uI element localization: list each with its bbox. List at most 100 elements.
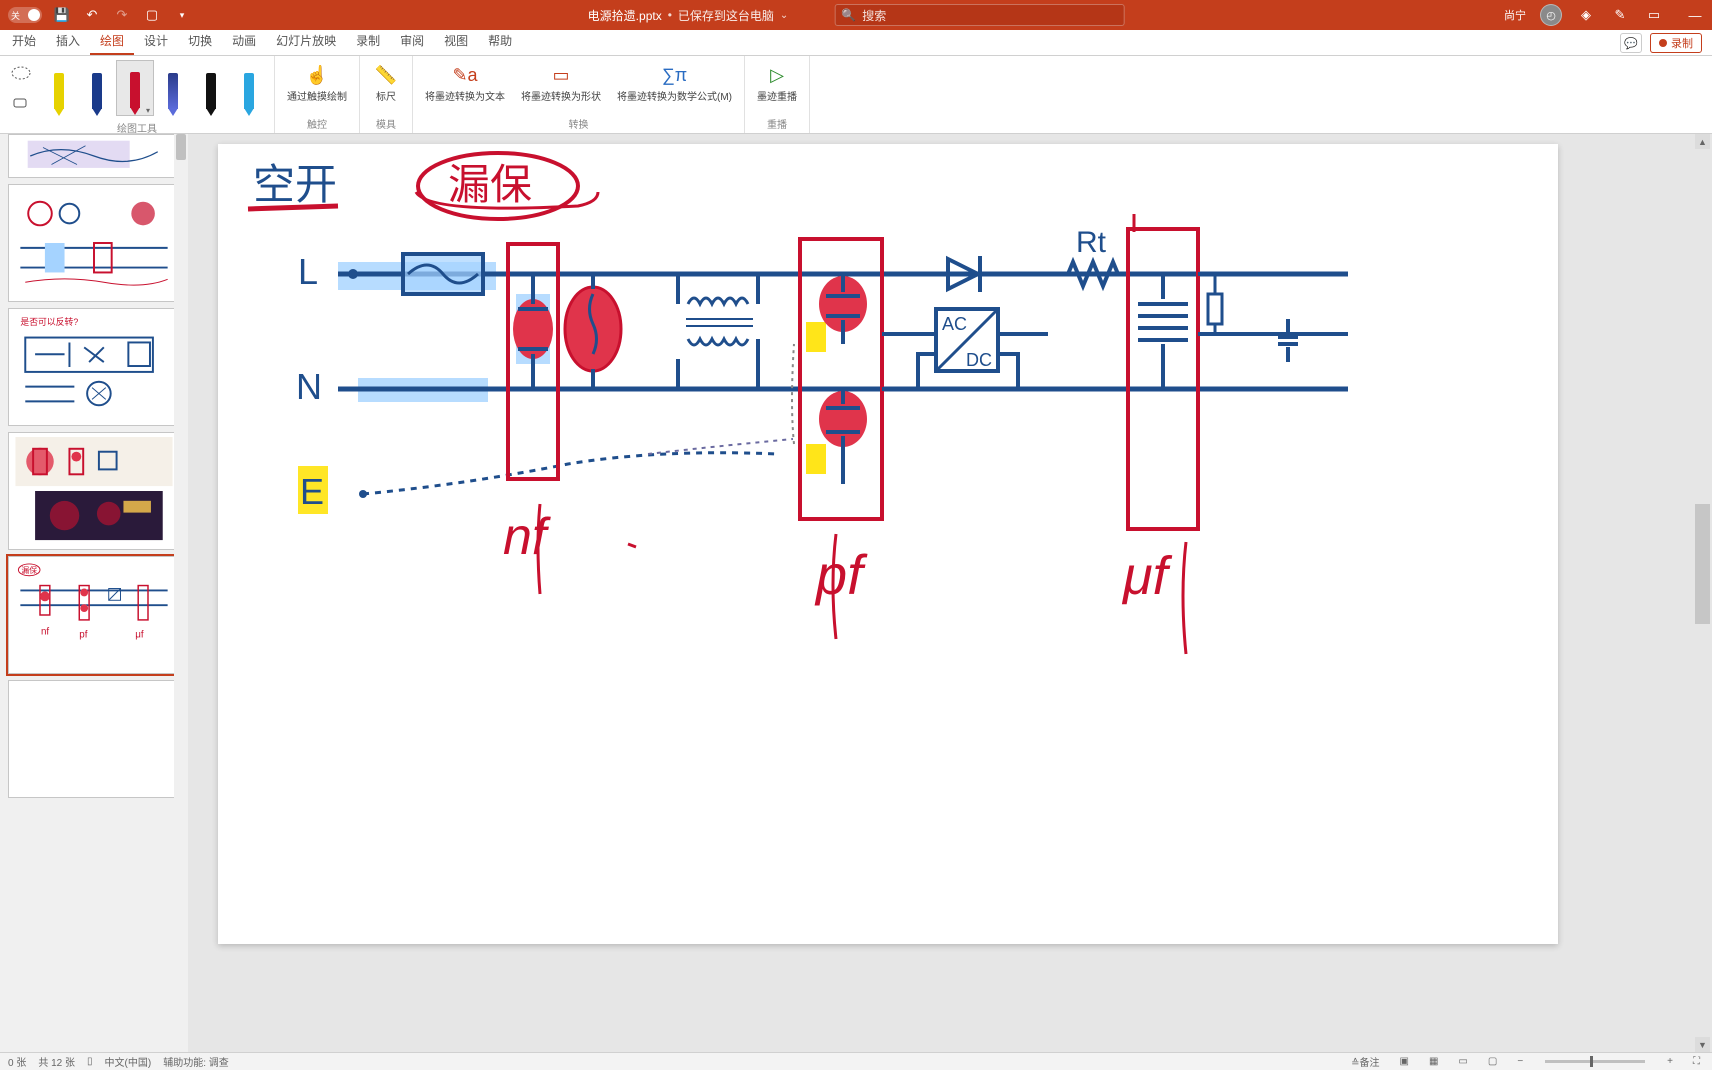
tab-home[interactable]: 开始 bbox=[2, 28, 46, 55]
svg-text:L: L bbox=[298, 251, 318, 292]
svg-text:漏保: 漏保 bbox=[21, 565, 37, 575]
scroll-thumb[interactable] bbox=[1695, 504, 1710, 624]
user-avatar-icon[interactable]: ◴ bbox=[1540, 4, 1562, 26]
tab-help[interactable]: 帮助 bbox=[478, 28, 522, 55]
ink-replay-button[interactable]: ▷墨迹重播 bbox=[751, 60, 803, 106]
scroll-down-icon[interactable]: ▼ bbox=[1695, 1037, 1710, 1052]
group-convert: ✎a将墨迹转换为文本 ▭将墨迹转换为形状 ∑π将墨迹转换为数学公式(M) 转换 bbox=[413, 56, 745, 133]
ink-to-math-icon: ∑π bbox=[661, 62, 689, 90]
pen-yellow-highlighter[interactable] bbox=[40, 60, 78, 116]
tab-transitions[interactable]: 切换 bbox=[178, 28, 222, 55]
svg-text:pf: pf bbox=[79, 630, 87, 641]
ribbon-display-icon[interactable]: ▭ bbox=[1644, 5, 1664, 25]
save-icon[interactable]: 💾 bbox=[52, 5, 72, 25]
slide-thumb-current[interactable]: 漏保 nf pf μf bbox=[8, 556, 180, 674]
title-center: 电源拾遗.pptx • 已保存到这台电脑 ⌄ 🔍 搜索 bbox=[588, 4, 1125, 26]
pen-bluegrad[interactable] bbox=[154, 60, 192, 116]
eraser-icon[interactable] bbox=[6, 90, 36, 118]
tab-draw[interactable]: 绘图 bbox=[90, 28, 134, 55]
fit-icon[interactable]: ⛶ bbox=[1689, 1056, 1704, 1067]
label-loubao: 漏保 bbox=[448, 161, 532, 208]
slide-thumb[interactable]: 是否可以反转? bbox=[8, 308, 180, 426]
touch-draw-button[interactable]: ☝通过触摸绘制 bbox=[281, 60, 353, 106]
pen-red[interactable]: ▾ bbox=[116, 60, 154, 116]
canvas-vscrollbar[interactable]: ▲ ▼ bbox=[1695, 134, 1710, 1052]
pen-cyan-highlighter[interactable] bbox=[230, 60, 268, 116]
qat-customize-icon[interactable]: ▾ bbox=[172, 5, 192, 25]
notes-button[interactable]: ≙备注 bbox=[1347, 1054, 1383, 1069]
diamond-icon[interactable]: ◈ bbox=[1576, 5, 1596, 25]
slide-thumb[interactable] bbox=[8, 184, 180, 302]
from-beginning-icon[interactable]: ▢ bbox=[142, 5, 162, 25]
ruler-button[interactable]: 📏标尺 bbox=[366, 60, 406, 106]
tab-design[interactable]: 设计 bbox=[134, 28, 178, 55]
svg-text:nf: nf bbox=[503, 508, 551, 566]
view-slideshow-icon[interactable]: ▢ bbox=[1484, 1056, 1501, 1067]
minimize-icon[interactable]: — bbox=[1686, 6, 1704, 24]
view-sorter-icon[interactable]: ▦ bbox=[1425, 1056, 1442, 1067]
svg-text:pf: pf bbox=[814, 543, 868, 606]
pen-black-zigzag[interactable] bbox=[192, 60, 230, 116]
svg-text:μf: μf bbox=[135, 630, 144, 641]
ink-to-shape-button[interactable]: ▭将墨迹转换为形状 bbox=[515, 60, 607, 106]
svg-text:μf: μf bbox=[1121, 546, 1173, 606]
save-status: 已保存到这台电脑 bbox=[678, 7, 774, 24]
zoom-out-icon[interactable]: − bbox=[1513, 1056, 1527, 1067]
comments-button[interactable]: 💬 bbox=[1620, 33, 1642, 53]
canvas-area: 空开 漏保 L N E bbox=[188, 134, 1712, 1052]
pen-dropdown-icon[interactable]: ▾ bbox=[146, 106, 150, 115]
slide-thumb[interactable] bbox=[8, 680, 180, 798]
tab-view[interactable]: 视图 bbox=[434, 28, 478, 55]
svg-text:N: N bbox=[296, 366, 322, 407]
scroll-up-icon[interactable]: ▲ bbox=[1695, 134, 1710, 149]
slide-drawing: 空开 漏保 L N E bbox=[218, 144, 1558, 944]
title-dropdown-icon[interactable]: ⌄ bbox=[780, 10, 788, 21]
search-icon: 🔍 bbox=[841, 8, 856, 22]
thumbs-scroll-thumb[interactable] bbox=[176, 134, 186, 160]
view-normal-icon[interactable]: ▣ bbox=[1396, 1056, 1413, 1067]
slide-thumb[interactable] bbox=[8, 432, 180, 550]
ribbon-tabs: 开始 插入 绘图 设计 切换 动画 幻灯片放映 录制 审阅 视图 帮助 💬 录制 bbox=[0, 30, 1712, 56]
group-label-touch: 触控 bbox=[307, 116, 327, 131]
coming-soon-icon[interactable]: ✎ bbox=[1610, 5, 1630, 25]
thumbs-scrollbar[interactable] bbox=[174, 134, 188, 1052]
group-draw-tools: ▾ 绘图工具 bbox=[0, 56, 275, 133]
undo-icon[interactable]: ↶ bbox=[82, 5, 102, 25]
slide-canvas[interactable]: 空开 漏保 L N E bbox=[218, 144, 1558, 944]
ink-replay-icon: ▷ bbox=[763, 62, 791, 90]
status-access[interactable]: 辅助功能: 调查 bbox=[163, 1054, 229, 1069]
group-label-stencil: 模具 bbox=[376, 116, 396, 131]
touch-icon: ☝ bbox=[303, 62, 331, 90]
ink-to-text-button[interactable]: ✎a将墨迹转换为文本 bbox=[419, 60, 511, 106]
status-lang[interactable]: 中文(中国) bbox=[105, 1054, 152, 1069]
tab-review[interactable]: 审阅 bbox=[390, 28, 434, 55]
slide-thumb[interactable] bbox=[8, 134, 180, 178]
tab-animations[interactable]: 动画 bbox=[222, 28, 266, 55]
tab-slideshow[interactable]: 幻灯片放映 bbox=[266, 28, 346, 55]
user-name: 尚宁 bbox=[1504, 7, 1526, 23]
redo-icon[interactable]: ↷ bbox=[112, 5, 132, 25]
record-button[interactable]: 录制 bbox=[1650, 33, 1702, 53]
svg-text:Rt: Rt bbox=[1076, 226, 1107, 259]
autosave-toggle[interactable]: 关 bbox=[8, 7, 42, 23]
tab-record[interactable]: 录制 bbox=[346, 28, 390, 55]
search-box[interactable]: 🔍 搜索 bbox=[834, 4, 1124, 26]
group-label-convert: 转换 bbox=[569, 116, 589, 131]
zoom-slider[interactable] bbox=[1545, 1060, 1645, 1063]
workspace: 是否可以反转? 漏保 bbox=[0, 134, 1712, 1052]
status-divider-icon: ▯ bbox=[87, 1056, 93, 1067]
pen-blue[interactable] bbox=[78, 60, 116, 116]
ink-to-math-button[interactable]: ∑π将墨迹转换为数学公式(M) bbox=[611, 60, 738, 106]
tab-insert[interactable]: 插入 bbox=[46, 28, 90, 55]
svg-text:E: E bbox=[300, 471, 324, 512]
lasso-select-icon[interactable] bbox=[6, 60, 36, 88]
svg-text:是否可以反转?: 是否可以反转? bbox=[20, 316, 78, 327]
svg-text:AC: AC bbox=[942, 314, 967, 334]
quick-access-toolbar: 关 💾 ↶ ↷ ▢ ▾ bbox=[8, 5, 192, 25]
zoom-in-icon[interactable]: + bbox=[1663, 1056, 1677, 1067]
status-total: 共 12 张 bbox=[38, 1054, 75, 1069]
view-reading-icon[interactable]: ▭ bbox=[1454, 1056, 1471, 1067]
group-touch: ☝通过触摸绘制 触控 bbox=[275, 56, 360, 133]
title-bar: 关 💾 ↶ ↷ ▢ ▾ 电源拾遗.pptx • 已保存到这台电脑 ⌄ 🔍 搜索 … bbox=[0, 0, 1712, 30]
svg-text:DC: DC bbox=[966, 350, 992, 370]
